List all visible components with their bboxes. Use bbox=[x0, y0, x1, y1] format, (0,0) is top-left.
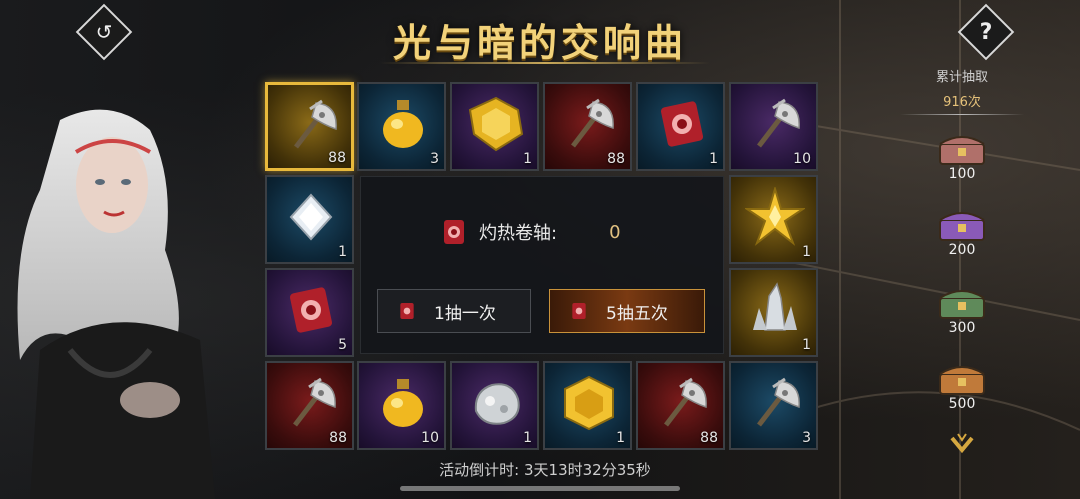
reward-slot[interactable]: 88 bbox=[265, 361, 354, 450]
reward-slot[interactable]: 1 bbox=[729, 268, 818, 357]
cumulative-count: 916次 bbox=[943, 95, 981, 110]
title-divider bbox=[380, 62, 710, 64]
item-quantity: 1 bbox=[802, 244, 811, 260]
axe-icon bbox=[652, 373, 712, 433]
side-divider bbox=[900, 114, 1024, 115]
item-quantity: 88 bbox=[329, 430, 347, 446]
cumulative-draws: 累计抽取 916次 bbox=[900, 66, 1024, 110]
reward-slot[interactable]: 5 bbox=[265, 268, 354, 357]
chest-icon bbox=[939, 136, 985, 165]
reward-slot[interactable]: 1 bbox=[636, 82, 725, 171]
chest-icon bbox=[939, 212, 985, 241]
scroll-icon bbox=[444, 220, 464, 244]
event-countdown: 活动倒计时: 3天13时32分35秒 bbox=[439, 461, 651, 479]
item-quantity: 88 bbox=[607, 151, 625, 167]
milestone-chest[interactable]: 100 bbox=[932, 128, 992, 184]
potion-icon bbox=[373, 94, 433, 154]
axe-icon bbox=[282, 95, 342, 155]
character-portrait bbox=[17, 109, 215, 499]
axe-icon bbox=[559, 94, 619, 154]
item-quantity: 10 bbox=[793, 151, 811, 167]
milestone-label: 200 bbox=[948, 242, 976, 258]
scroll-balance: 灼热卷轴: 0 bbox=[441, 217, 621, 247]
chevron-down-icon[interactable] bbox=[948, 430, 976, 458]
reward-slot[interactable]: 10 bbox=[729, 82, 818, 171]
item-quantity: 1 bbox=[523, 430, 532, 446]
item-quantity: 5 bbox=[338, 337, 347, 353]
item-quantity: 88 bbox=[700, 430, 718, 446]
item-quantity: 88 bbox=[328, 150, 346, 166]
item-quantity: 1 bbox=[709, 151, 718, 167]
scroll-icon bbox=[572, 303, 586, 319]
reward-slot[interactable]: 1 bbox=[543, 361, 632, 450]
page-title: 光与暗的交响曲 bbox=[392, 20, 687, 65]
item-quantity: 1 bbox=[338, 244, 347, 260]
reward-slot[interactable]: 3 bbox=[729, 361, 818, 450]
draw-once-button[interactable]: 1抽一次 bbox=[377, 289, 531, 333]
reward-slot[interactable]: 88 bbox=[543, 82, 632, 171]
back-arrow-icon: ↺ bbox=[95, 20, 113, 44]
reward-slot[interactable]: 3 bbox=[357, 82, 446, 171]
scroll-icon bbox=[652, 94, 712, 154]
item-quantity: 1 bbox=[523, 151, 532, 167]
reward-slot[interactable]: 88 bbox=[636, 361, 725, 450]
cumulative-title: 累计抽取 bbox=[935, 70, 988, 85]
scroll-icon bbox=[281, 280, 341, 340]
silver-ore-icon bbox=[466, 373, 526, 433]
draw-five-button[interactable]: 5抽五次 bbox=[549, 289, 705, 333]
gold-star-icon bbox=[743, 185, 807, 247]
item-quantity: 10 bbox=[421, 430, 439, 446]
draw-five-label: 5抽五次 bbox=[606, 303, 668, 324]
milestone-label: 500 bbox=[948, 396, 976, 412]
chest-icon bbox=[939, 290, 985, 319]
crystal-icon bbox=[745, 280, 805, 340]
reward-slot[interactable]: 10 bbox=[357, 361, 446, 450]
item-quantity: 1 bbox=[616, 430, 625, 446]
draw-once-label: 1抽一次 bbox=[434, 303, 496, 324]
axe-icon bbox=[281, 373, 341, 433]
milestone-chest[interactable]: 500 bbox=[932, 358, 992, 414]
milestone-chest[interactable]: 200 bbox=[932, 204, 992, 260]
potion-icon bbox=[373, 373, 433, 433]
scroll-icon bbox=[400, 303, 414, 319]
item-quantity: 1 bbox=[802, 337, 811, 353]
home-indicator bbox=[400, 486, 680, 491]
milestone-chest[interactable]: 300 bbox=[932, 282, 992, 338]
chest-icon bbox=[939, 366, 985, 395]
axe-icon bbox=[745, 373, 805, 433]
axe-icon bbox=[745, 94, 805, 154]
help-icon: ? bbox=[979, 19, 993, 45]
draw-panel: 灼热卷轴: 0 1抽一次 5抽五次 bbox=[360, 176, 724, 354]
scroll-count: 0 bbox=[609, 221, 621, 243]
scroll-label: 灼热卷轴: bbox=[479, 223, 558, 244]
reward-slot[interactable]: 1 bbox=[265, 175, 354, 264]
reward-slot[interactable]: 88 bbox=[265, 82, 354, 171]
item-quantity: 3 bbox=[802, 430, 811, 446]
milestone-label: 300 bbox=[948, 320, 976, 336]
gold-gem-icon bbox=[466, 94, 526, 154]
item-quantity: 3 bbox=[430, 151, 439, 167]
gold-hex-icon bbox=[559, 373, 619, 433]
milestone-label: 100 bbox=[948, 166, 976, 182]
reward-slot[interactable]: 1 bbox=[450, 82, 539, 171]
reward-slot[interactable]: 1 bbox=[450, 361, 539, 450]
reward-slot[interactable]: 1 bbox=[729, 175, 818, 264]
diamond-icon bbox=[281, 187, 341, 247]
